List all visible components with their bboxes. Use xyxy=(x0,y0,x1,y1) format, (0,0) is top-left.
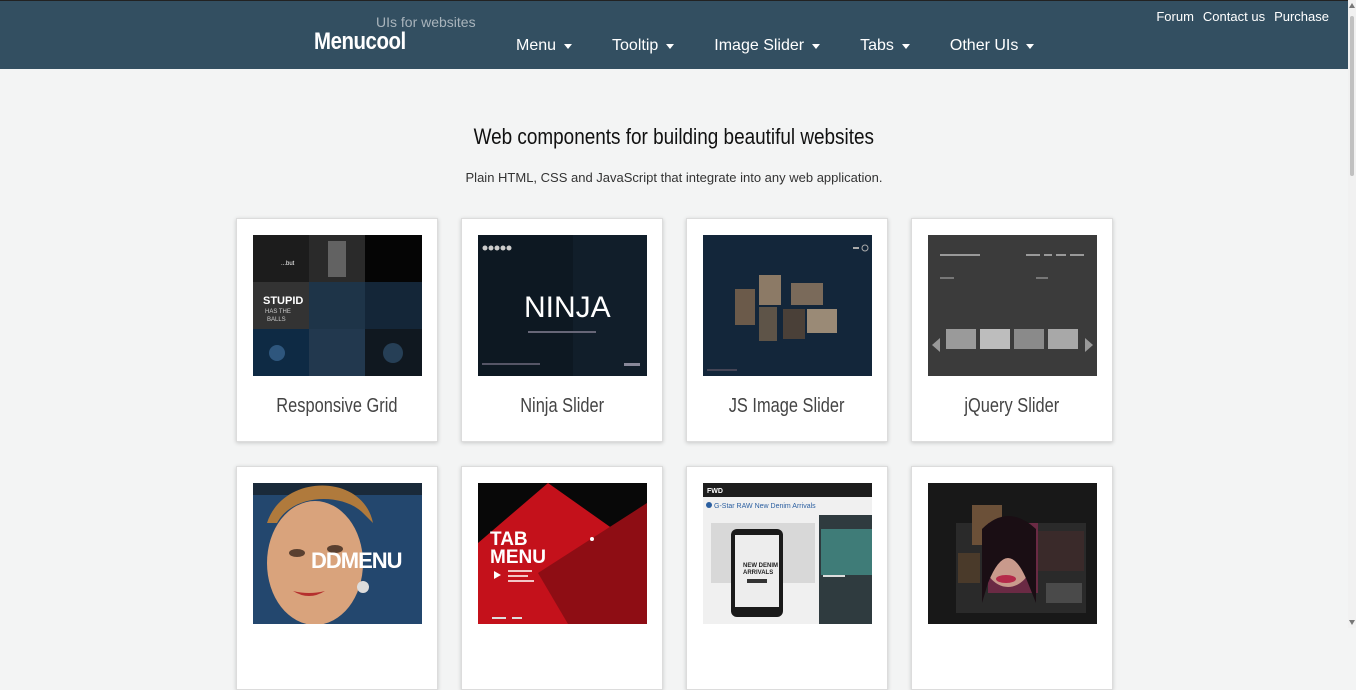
nav-label: Menu xyxy=(516,37,557,54)
caret-down-icon xyxy=(901,44,910,49)
thumb-text: MENU xyxy=(490,547,546,568)
jquery-slider-thumbnail xyxy=(928,235,1097,376)
nav-image-slider[interactable]: Image Slider xyxy=(714,37,821,55)
nav-label: Image Slider xyxy=(714,37,805,54)
site-logo[interactable]: Menucool xyxy=(314,28,406,56)
card-title xyxy=(237,643,437,666)
card-title xyxy=(687,643,887,666)
nav-label: Tabs xyxy=(860,37,894,54)
top-links: Forum Contact us Purchase xyxy=(1147,9,1329,24)
thumb-text: DDMENU xyxy=(311,548,402,573)
card-title-text: jQuery Slider xyxy=(964,395,1060,417)
card-title-text: Ninja Slider xyxy=(520,395,604,417)
card-gstar-demo[interactable]: FWD G-Star RAW New Denim Arrivals NEW DE… xyxy=(686,466,888,690)
responsive-grid-thumbnail: ...but STUPID HAS THE BALLS xyxy=(253,235,422,376)
card-tab-menu[interactable]: TAB MENU xyxy=(461,466,663,690)
caret-down-icon xyxy=(812,44,821,49)
nav-tooltip[interactable]: Tooltip xyxy=(612,37,675,55)
card-responsive-grid[interactable]: ...but STUPID HAS THE BALLS Responsive G… xyxy=(236,218,438,442)
purchase-link[interactable]: Purchase xyxy=(1274,9,1329,24)
thumb-text: ...but xyxy=(281,261,295,267)
forum-link[interactable]: Forum xyxy=(1156,9,1194,24)
ddmenu-thumbnail: DDMENU xyxy=(253,483,422,624)
thumb-text: HAS THE xyxy=(265,309,291,315)
thumb-text: BALLS xyxy=(267,317,286,323)
nav-menu[interactable]: Menu xyxy=(516,37,573,55)
card-title-text: Responsive Grid xyxy=(276,395,398,417)
ninja-slider-thumbnail: NINJA xyxy=(478,235,647,376)
card-ddmenu[interactable]: DDMENU xyxy=(236,466,438,690)
card-title xyxy=(462,643,662,666)
card-ninja-slider[interactable]: NINJA Ninja Slider xyxy=(461,218,663,442)
contact-link[interactable]: Contact us xyxy=(1203,9,1265,24)
page-scrollbar[interactable] xyxy=(1348,0,1356,628)
js-image-slider-thumbnail xyxy=(703,235,872,376)
card-js-image-slider[interactable]: JS Image Slider xyxy=(686,218,888,442)
card-title: Ninja Slider xyxy=(462,395,662,418)
thumb-text: STUPID xyxy=(263,295,303,307)
nav-other-uis[interactable]: Other UIs xyxy=(949,37,1035,55)
scroll-down-icon[interactable] xyxy=(1349,620,1355,625)
thumb-text: G-Star RAW New Denim Arrivals xyxy=(714,503,816,510)
card-title: jQuery Slider xyxy=(912,395,1112,418)
card-title-text: JS Image Slider xyxy=(729,395,845,417)
card-title: Responsive Grid xyxy=(237,395,437,418)
photo-mosaic-thumbnail xyxy=(928,483,1097,624)
thumb-text: NINJA xyxy=(524,291,611,324)
caret-down-icon xyxy=(666,44,675,49)
caret-down-icon xyxy=(564,44,573,49)
card-photo-mosaic[interactable] xyxy=(911,466,1113,690)
thumb-text: ARRIVALS xyxy=(743,570,773,576)
gstar-demo-thumbnail: FWD G-Star RAW New Denim Arrivals NEW DE… xyxy=(703,483,872,624)
card-title: JS Image Slider xyxy=(687,395,887,418)
main-nav: Menu Tooltip Image Slider Tabs Other UIs xyxy=(516,37,1074,55)
tab-menu-thumbnail: TAB MENU xyxy=(478,483,647,624)
page-subtitle: Plain HTML, CSS and JavaScript that inte… xyxy=(465,170,883,185)
card-title xyxy=(912,643,1112,666)
nav-label: Other UIs xyxy=(949,37,1019,54)
card-jquery-slider[interactable]: jQuery Slider xyxy=(911,218,1113,442)
scroll-thumb[interactable] xyxy=(1350,16,1354,176)
thumb-text: NEW DENIM xyxy=(743,563,778,569)
svg-text:FWD: FWD xyxy=(707,488,723,495)
scroll-up-icon[interactable] xyxy=(1349,3,1355,8)
nav-label: Tooltip xyxy=(612,37,659,54)
page-title: Web components for building beautiful we… xyxy=(0,124,1348,150)
nav-tabs[interactable]: Tabs xyxy=(860,37,910,55)
site-header: UIs for websites Menucool Menu Tooltip I… xyxy=(0,0,1348,69)
page-title-text: Web components for building beautiful we… xyxy=(473,124,875,149)
caret-down-icon xyxy=(1026,44,1035,49)
